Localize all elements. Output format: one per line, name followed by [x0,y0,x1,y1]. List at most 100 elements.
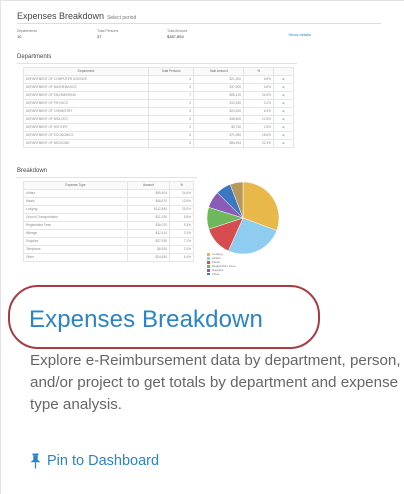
table-cell: $48,600 [193,115,244,124]
table-row: Telephone $8,530 2.2% [23,245,194,254]
preview-details-link: Show details [288,32,311,37]
table-row: Mileage $12,410 3.2% [23,229,194,238]
table-cell: Registration Fees [23,221,128,230]
table-row: Ground Transportation $21,330 5.5% [23,213,194,222]
table-cell: 3.2% [243,99,274,108]
table-cell: 5 [148,139,194,148]
table-cell: DEPARTMENT OF BIOLOGY [23,115,149,124]
table-cell: $12,480 [193,99,244,108]
stat-departments: Departments 10 [17,29,38,39]
table-cell: 2.5% [243,123,274,132]
column-header: Expense Type [23,181,128,190]
pie-legend: Lodging Airfare Meals Registration Fees Supp… [207,252,242,275]
report-card[interactable]: Expenses Breakdown Select period Departme… [0,0,404,494]
table-cell: Telephone [23,245,128,254]
table-cell: $9,750 [193,123,244,132]
table-cell: DEPARTMENT OF HISTORY [23,123,149,132]
pushpin-icon [30,453,41,469]
table-row: Other $24,830 6.4% [23,253,194,262]
table-cell: 6.4% [169,253,194,262]
table-row: DEPARTMENT OF HISTORY 2 $9,750 2.5% ⊕ [23,123,294,132]
table-cell: 4.6% [243,83,274,92]
table-row: DEPARTMENT OF MEDICINE 5 $86,454 22.3% ⊕ [23,139,294,148]
column-header: Total Persons [148,67,194,76]
table-row: Lodging $112,480 29.0% [23,205,194,214]
table-cell[interactable]: ⊕ [273,75,294,84]
table-cell: 2.2% [169,245,194,254]
table-cell: $112,480 [127,205,170,214]
table-cell[interactable]: ⊕ [273,139,294,148]
table-cell: $8,530 [127,245,170,254]
table-cell: 12.5% [243,115,274,124]
table-cell[interactable]: ⊕ [273,99,294,108]
column-header [273,67,294,76]
departments-table: Department Total Persons Total Amount % … [23,67,294,148]
table-cell: 18.6% [243,131,274,140]
table-row: DEPARTMENT OF MATHEMATICS 3 $17,900 4.6% ⊕ [23,83,294,92]
table-row: Registration Fees $36,070 9.3% [23,221,194,230]
pin-to-dashboard-button[interactable]: Pin to Dashboard [30,453,159,469]
divider [17,23,381,24]
table-cell: $27,930 [127,237,170,246]
table-cell: Lodging [23,205,128,214]
column-header: Total Amount [193,67,244,76]
table-row: Airfare $95,404 24.6% [23,189,194,198]
table-cell[interactable]: ⊕ [273,131,294,140]
table-cell: 5.5% [243,75,274,84]
divider [17,177,197,178]
table-cell: $71,950 [193,131,244,140]
table-cell: $48,870 [127,197,170,206]
table-cell: $36,070 [127,221,170,230]
legend-swatch [207,264,210,268]
table-cell[interactable]: ⊕ [273,91,294,100]
table-cell[interactable]: ⊕ [273,83,294,92]
legend-swatch [207,256,210,260]
stat-persons: Total Persons 37 [97,29,119,39]
table-cell: $95,404 [127,189,170,198]
preview-title: Expenses Breakdown Select period [17,11,137,21]
table-cell: DEPARTMENT OF PHYSICS [23,99,149,108]
table-cell: Supplies [23,237,128,246]
table-cell: 22.3% [243,139,274,148]
table-cell: $24,300 [193,107,244,116]
table-cell[interactable]: ⊕ [273,123,294,132]
table-cell[interactable]: ⊕ [273,107,294,116]
table-cell: DEPARTMENT OF ECONOMICS [23,131,149,140]
report-preview-thumbnail[interactable]: Expenses Breakdown Select period Departme… [11,7,389,275]
table-cell: 5 [148,115,194,124]
table-row: DEPARTMENT OF PHYSICS 2 $12,480 3.2% ⊕ [23,99,294,108]
stat-amount: Total Amount $387,854 [167,29,188,39]
legend-swatch [207,268,210,272]
table-row: DEPARTMENT OF ENGINEERING 7 $95,120 24.5% ⊕ [23,91,294,100]
departments-heading: Departments [17,54,52,60]
table-cell: Other [23,253,128,262]
table-cell: 2 [148,123,194,132]
table-cell: 6 [148,131,194,140]
pin-label: Pin to Dashboard [47,453,160,469]
table-cell: $86,454 [193,139,244,148]
table-cell: $24,830 [127,253,170,262]
table-cell: 6.3% [243,107,274,116]
table-cell: $21,330 [127,213,170,222]
column-header: Amount [127,181,170,190]
table-row: DEPARTMENT OF BIOLOGY 5 $48,600 12.5% ⊕ [23,115,294,124]
breakdown-heading: Breakdown [17,168,48,174]
table-cell[interactable]: ⊕ [273,115,294,124]
table-cell: DEPARTMENT OF MEDICINE [23,139,149,148]
table-cell: 24.6% [169,189,194,198]
table-cell: $21,300 [193,75,244,84]
card-description: Explore e-Reimbursement data by departme… [30,352,401,413]
table-row: DEPARTMENT OF COMPUTER SCIENCE 4 $21,300 5.… [23,75,294,84]
table-cell: $95,120 [193,91,244,100]
table-cell: 5.5% [169,213,194,222]
table-cell: Meals [23,197,128,206]
table-cell: 29.0% [169,205,194,214]
table-cell: DEPARTMENT OF MATHEMATICS [23,83,149,92]
table-cell: Airfare [23,189,128,198]
card-title-link[interactable]: Expenses Breakdown [29,306,263,334]
table-cell: 7.2% [169,237,194,246]
legend-item: Other [207,272,242,275]
legend-swatch [207,260,210,264]
table-cell: 3.2% [169,229,194,238]
table-cell: 24.5% [243,91,274,100]
